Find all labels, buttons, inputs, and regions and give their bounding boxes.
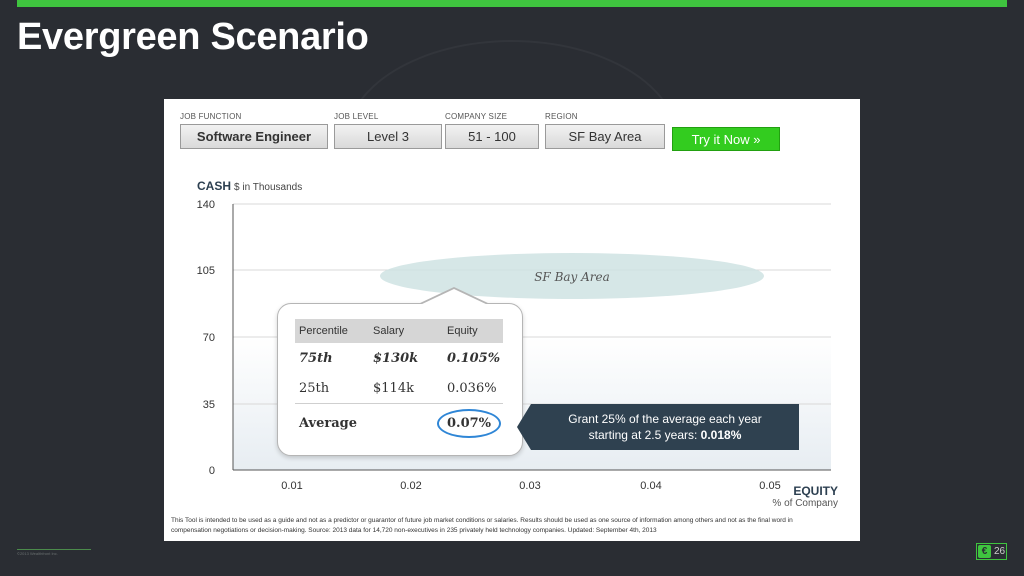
callout-line-1: Grant 25% of the average each year	[568, 412, 762, 426]
brand-logo-icon: €	[978, 545, 991, 558]
copyright-text: ©2013 Wealthfront Inc.	[17, 551, 58, 556]
callout-line-2: starting at 2.5 years: 0.018%	[531, 427, 799, 443]
average-row: Average 0.07%	[295, 403, 503, 442]
compensation-tool-panel: JOB FUNCTION Software Engineer JOB LEVEL…	[164, 99, 860, 541]
y-tick-35: 35	[203, 399, 215, 411]
region-ellipse-label: SF Bay Area	[534, 270, 610, 284]
x-axis-unit: % of Company	[772, 498, 838, 509]
popup-pointer-fill	[420, 289, 488, 305]
grant-callout: Grant 25% of the average each year start…	[517, 404, 799, 450]
salary-cell: $130k	[373, 350, 419, 366]
equity-cell: 0.036%	[447, 380, 497, 396]
equity-cell: 0.105%	[447, 350, 501, 366]
salary-cell: $114k	[373, 380, 414, 396]
column-header-percentile: Percentile	[295, 319, 369, 343]
average-equity-highlight: 0.07%	[437, 408, 502, 438]
percentile-popup: Percentile Salary Equity 75th $130k 0.10…	[277, 287, 523, 456]
y-tick-0: 0	[209, 465, 215, 477]
y-tick-105: 105	[197, 265, 215, 277]
disclaimer-text: This Tool is intended to be used as a gu…	[171, 517, 793, 534]
page-indicator: € 26	[976, 543, 1007, 560]
x-tick-0.02: 0.02	[400, 480, 421, 492]
x-axis-title-text: EQUITY	[793, 484, 838, 498]
table-row: 75th $130k 0.105%	[295, 343, 503, 373]
x-tick-0.01: 0.01	[281, 480, 302, 492]
column-header-salary: Salary	[369, 319, 443, 343]
percentile-cell: 25th	[299, 380, 330, 396]
percentile-cell: 75th	[299, 350, 333, 366]
percentile-table: Percentile Salary Equity 75th $130k 0.10…	[295, 319, 503, 442]
y-tick-140: 140	[197, 199, 215, 211]
x-axis-title: EQUITY % of Company	[772, 484, 838, 509]
slide-title: Evergreen Scenario	[17, 16, 369, 58]
page-number: 26	[994, 546, 1006, 557]
average-equity-cell: 0.07%	[437, 403, 503, 442]
callout-value: 0.018%	[700, 428, 742, 442]
table-header-row: Percentile Salary Equity	[295, 319, 503, 343]
average-label: Average	[295, 403, 443, 442]
y-tick-70: 70	[203, 332, 215, 344]
footer-divider	[17, 549, 91, 550]
top-accent-bar	[17, 0, 1007, 7]
callout-line-2-text: starting at 2.5 years:	[588, 428, 701, 442]
x-tick-0.04: 0.04	[640, 480, 661, 492]
x-tick-0.03: 0.03	[519, 480, 540, 492]
column-header-equity: Equity	[443, 319, 503, 343]
table-row: 25th $114k 0.036%	[295, 373, 503, 404]
